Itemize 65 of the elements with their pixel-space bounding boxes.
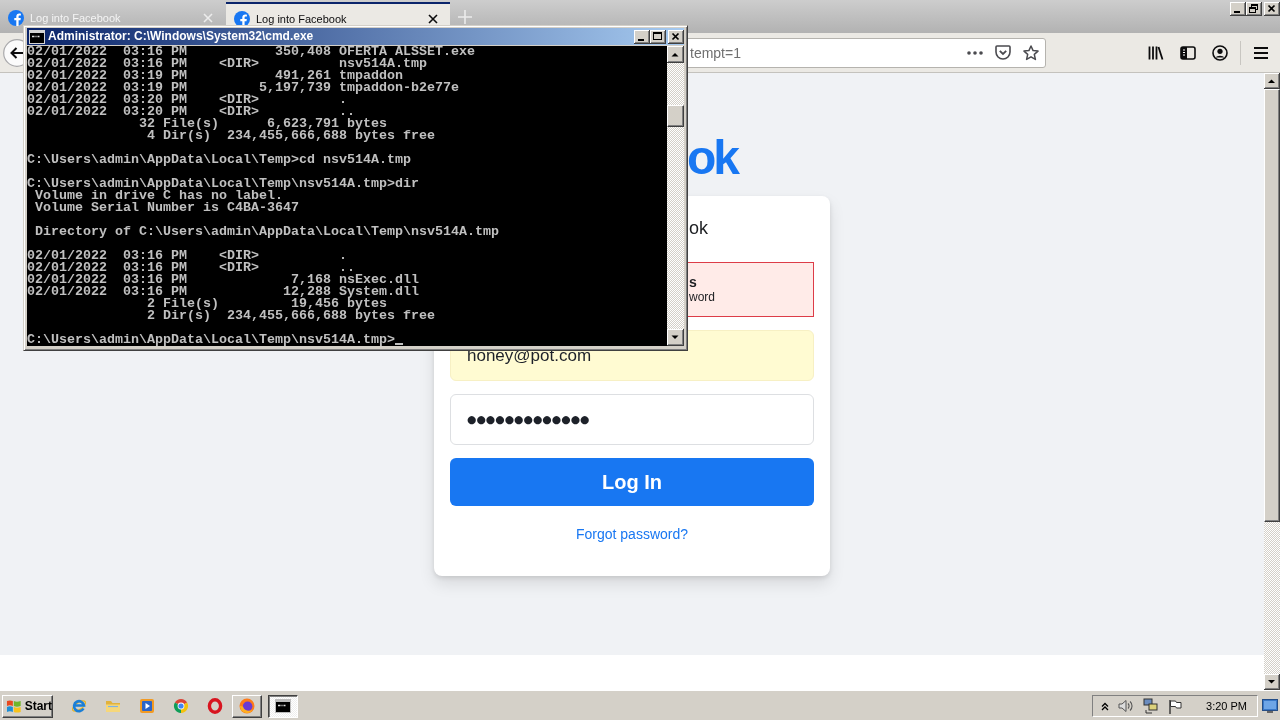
- console-line: Volume Serial Number is C4BA-3647: [34, 202, 299, 214]
- logo-text: ok: [687, 134, 737, 182]
- chevron-shield-icon[interactable]: [995, 45, 1011, 60]
- flag-logo-icon: [6, 698, 22, 714]
- password-field[interactable]: ●●●●●●●●●●●●●: [450, 394, 814, 445]
- console-line: Volume in drive C has no label.: [35, 190, 283, 202]
- restore-icon[interactable]: [1246, 2, 1262, 16]
- triangle-up-icon[interactable]: [1264, 73, 1280, 89]
- console-line: 02/01/2022 03:16 PM 7,168 nsExec.dll: [27, 274, 419, 286]
- maximize-icon[interactable]: [650, 29, 666, 44]
- star-icon[interactable]: [1023, 44, 1039, 61]
- console-line: 02/01/2022 03:20 PM <DIR> .: [27, 94, 347, 106]
- console-icon: [275, 699, 291, 713]
- menu-icon[interactable]: [1253, 45, 1269, 60]
- console-line: 02/01/2022 03:16 PM 12,288 System.dll: [27, 286, 419, 298]
- triangle-down-icon[interactable]: [667, 329, 684, 346]
- segmented-circle-icon[interactable]: [173, 698, 189, 714]
- e-swirl-icon[interactable]: [71, 698, 87, 714]
- clock-text: 3:20 PM: [1206, 700, 1247, 712]
- error-message: word: [689, 290, 715, 305]
- console-line: C:\Users\admin\AppData\Local\Temp>cd nsv514A.tmp: [27, 154, 411, 166]
- network-icon[interactable]: [1143, 698, 1160, 714]
- close-icon[interactable]: [428, 13, 438, 24]
- console-line: C:\Users\admin\AppData\Local\Temp\nsv514A.tmp>dir: [27, 178, 419, 190]
- console-line: 02/01/2022 03:20 PM <DIR> ..: [27, 106, 355, 118]
- account-icon[interactable]: [1212, 44, 1228, 61]
- close-icon[interactable]: [1264, 2, 1280, 16]
- console-line: 02/01/2022 03:16 PM <DIR> ..: [27, 262, 355, 274]
- console-line: 02/01/2022 03:19 PM 491,261 tmpaddon: [27, 70, 403, 82]
- o-ring-icon[interactable]: [207, 698, 223, 714]
- taskbar-button[interactable]: [268, 694, 298, 718]
- console-line: C:\Users\admin\AppData\Local\Temp\nsv514A.tmp>: [27, 334, 395, 346]
- start-button[interactable]: Start: [2, 694, 53, 718]
- orb-icon: [239, 698, 255, 714]
- console-line: 02/01/2022 03:16 PM <DIR> nsv514A.tmp: [27, 58, 427, 70]
- console-line: 2 File(s) 19,456 bytes: [145, 298, 387, 310]
- close-icon[interactable]: [668, 29, 684, 44]
- minimize-icon[interactable]: [1230, 2, 1246, 16]
- monitor-icon[interactable]: [1262, 699, 1278, 713]
- triangle-down-icon[interactable]: [1264, 674, 1280, 690]
- console-line: Directory of C:\Users\admin\AppData\Local\Temp\nsv514A.tmp: [34, 226, 499, 238]
- console-line: 02/01/2022 03:16 PM 350,408 OFERTA ALSSET.exe: [27, 46, 475, 58]
- console-line: 32 File(s) 6,623,791 bytes: [137, 118, 387, 130]
- scrollbar-thumb[interactable]: [667, 105, 684, 127]
- play-tile-icon[interactable]: [139, 698, 155, 714]
- console-line: 02/01/2022 03:16 PM <DIR> .: [27, 250, 347, 262]
- login-button[interactable]: Log In: [450, 458, 814, 506]
- site-icon: [8, 9, 24, 26]
- flag-icon[interactable]: [1168, 698, 1183, 714]
- sidebar-icon[interactable]: [1180, 45, 1196, 60]
- console-line: 4 Dir(s) 234,455,666,688 bytes free: [145, 130, 435, 142]
- console-line: 2 Dir(s) 234,455,666,688 bytes free: [145, 310, 435, 322]
- triangle-up-icon[interactable]: [667, 46, 684, 63]
- scrollbar-thumb[interactable]: [1264, 89, 1280, 522]
- books-icon[interactable]: [1148, 44, 1164, 61]
- speaker-icon[interactable]: [1118, 699, 1135, 713]
- minimize-icon[interactable]: [634, 29, 650, 44]
- console-line: 02/01/2022 03:19 PM 5,197,739 tmpaddon-b2e77e: [27, 82, 459, 94]
- console-icon: [29, 29, 45, 44]
- more-icon[interactable]: [967, 50, 983, 55]
- card-heading: ok: [689, 217, 708, 240]
- forgot-password-link[interactable]: Forgot password?: [575, 526, 689, 542]
- chevron-up-icon[interactable]: [1101, 701, 1110, 711]
- site-icon: [234, 10, 250, 27]
- error-title: s: [689, 274, 697, 290]
